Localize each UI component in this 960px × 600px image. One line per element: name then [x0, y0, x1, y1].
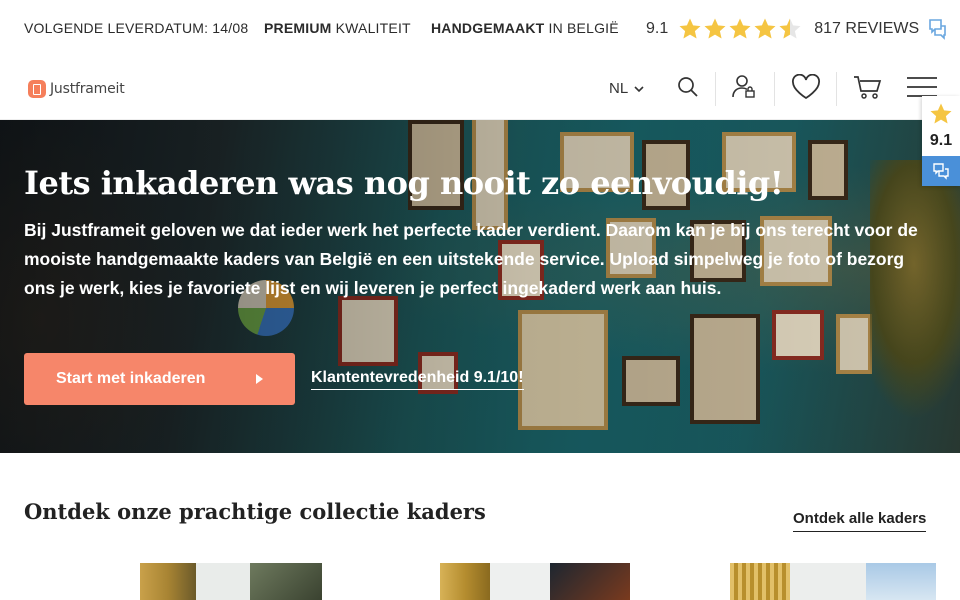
chat-icon[interactable]	[922, 156, 960, 186]
product-card[interactable]	[140, 563, 322, 600]
language-selector[interactable]: NL	[609, 80, 644, 97]
hero-banner: Iets inkaderen was nog nooit zo eenvoudi…	[0, 120, 960, 453]
widget-score: 9.1	[929, 132, 953, 149]
half-star-icon	[778, 17, 802, 41]
review-count: 817 REVIEWS	[814, 20, 920, 37]
account-button[interactable]	[724, 70, 764, 108]
rating-score: 9.1	[646, 20, 669, 37]
rating-stars	[678, 17, 802, 41]
collection-heading: Ontdek onze prachtige collectie kaders	[24, 499, 486, 524]
main-navigation: Justframeit NL	[0, 58, 960, 120]
play-arrow-icon	[256, 374, 263, 384]
star-icon	[728, 17, 752, 41]
site-logo[interactable]: Justframeit	[28, 80, 125, 98]
hero-description: Bij Justframeit geloven we dat ieder wer…	[24, 220, 918, 298]
search-icon	[677, 76, 699, 103]
star-icon	[678, 17, 702, 41]
product-card[interactable]	[730, 563, 936, 600]
product-card[interactable]	[440, 563, 630, 600]
chevron-down-icon	[634, 80, 644, 97]
nav-divider	[836, 72, 837, 106]
account-icon	[731, 74, 757, 105]
start-framing-button[interactable]: Start met inkaderen	[24, 353, 295, 405]
quality-usp: PREMIUM KWALITEIT	[264, 20, 411, 36]
hero-title: Iets inkaderen was nog nooit zo eenvoudi…	[24, 164, 784, 202]
view-all-frames-link[interactable]: Ontdek alle kaders	[793, 510, 927, 532]
nav-divider	[774, 72, 775, 106]
wishlist-button[interactable]	[786, 70, 826, 108]
satisfaction-link[interactable]: Klantentevredenheid 9.1/10!	[311, 369, 524, 390]
nav-divider	[715, 72, 716, 106]
star-icon	[753, 17, 777, 41]
star-icon	[929, 102, 953, 126]
logo-icon	[28, 80, 46, 98]
review-chat-icon	[927, 18, 947, 40]
cart-button[interactable]	[848, 70, 888, 108]
cart-icon	[853, 74, 883, 105]
heart-icon	[791, 73, 821, 105]
review-rating[interactable]: 9.1 817 REVIEWS	[646, 14, 947, 44]
handmade-usp: HANDGEMAAKT IN BELGIË	[431, 20, 619, 36]
delivery-date: VOLGENDE LEVERDATUM: 14/08	[24, 20, 249, 36]
review-widget[interactable]: 9.1	[922, 96, 960, 186]
top-info-bar: VOLGENDE LEVERDATUM: 14/08 PREMIUM KWALI…	[0, 0, 960, 58]
search-button[interactable]	[668, 70, 708, 108]
star-icon	[703, 17, 727, 41]
